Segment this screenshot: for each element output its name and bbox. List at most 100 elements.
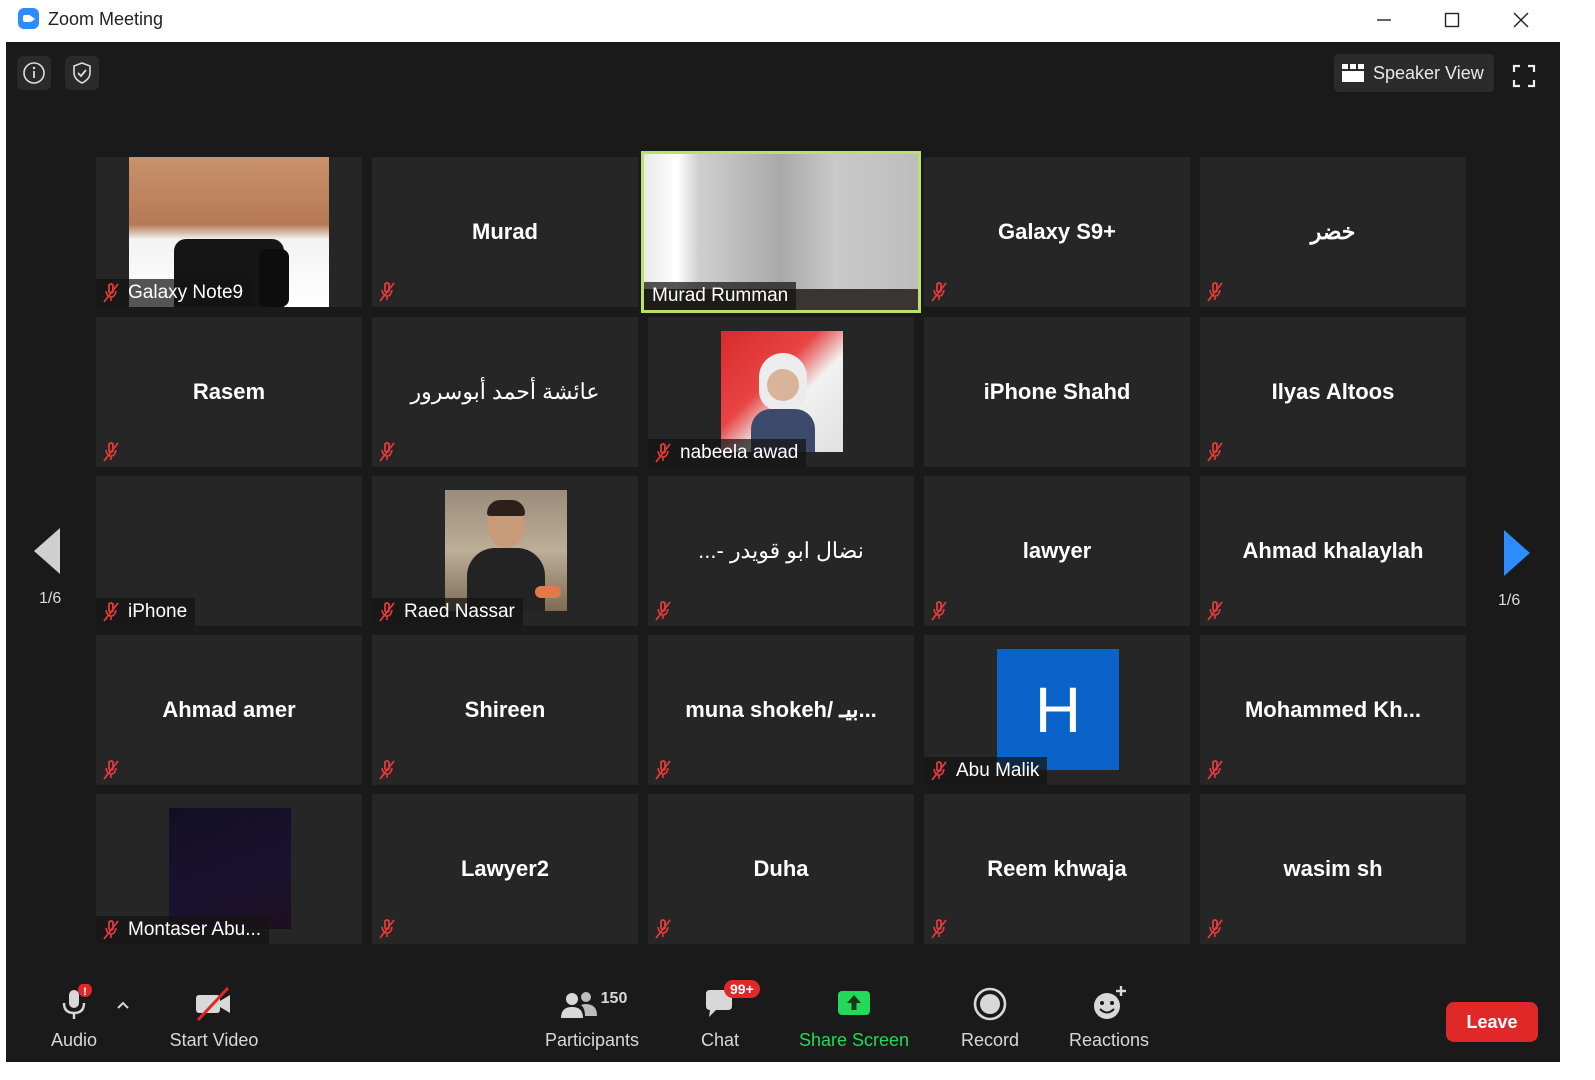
chat-button[interactable]: 99+ Chat bbox=[692, 972, 760, 1062]
participant-name: Duha bbox=[753, 856, 809, 881]
participant-tile[interactable]: خضر bbox=[1200, 157, 1466, 307]
previous-page-icon[interactable] bbox=[32, 528, 62, 574]
participant-tile[interactable]: Raed Nassar bbox=[372, 476, 638, 626]
participant-name: lawyer bbox=[1022, 538, 1092, 563]
smiley-plus-icon bbox=[1085, 984, 1133, 1024]
participant-name-label: nabeela awad bbox=[648, 439, 807, 467]
participant-name: muna shokeh/ بيـ... bbox=[685, 697, 877, 722]
participant-tile[interactable]: Ilyas Altoos bbox=[1200, 317, 1466, 467]
avatar: H bbox=[997, 649, 1119, 770]
participant-tile[interactable]: Duha bbox=[648, 794, 914, 944]
participant-name: Reem khwaja bbox=[987, 856, 1127, 881]
participant-name: Murad bbox=[472, 219, 538, 244]
participant-name-label: Montaser Abu... bbox=[96, 916, 270, 944]
participant-tile[interactable]: H Abu Malik bbox=[924, 635, 1190, 785]
start-video-button[interactable]: Start Video bbox=[164, 972, 264, 1062]
muted-mic-icon bbox=[655, 760, 671, 780]
video-feed bbox=[721, 331, 843, 452]
window-edge bbox=[1560, 42, 1595, 1080]
participant-tile[interactable]: wasim sh bbox=[1200, 794, 1466, 944]
minimize-button[interactable] bbox=[1361, 4, 1407, 36]
muted-mic-icon bbox=[103, 602, 119, 622]
speaker-view-button[interactable]: Speaker View bbox=[1334, 54, 1494, 92]
muted-mic-icon bbox=[379, 919, 395, 939]
participant-tile[interactable]: Lawyer2 bbox=[372, 794, 638, 944]
speaker-view-icon bbox=[1342, 64, 1364, 82]
participant-tile[interactable]: ...- نضال ابو قويدر bbox=[648, 476, 914, 626]
record-button[interactable]: Record bbox=[956, 972, 1024, 1062]
muted-mic-icon bbox=[1207, 442, 1223, 462]
leave-button[interactable]: Leave bbox=[1446, 1002, 1538, 1042]
share-screen-button[interactable]: Share Screen bbox=[798, 972, 910, 1062]
audio-options-chevron-icon[interactable] bbox=[116, 1000, 130, 1010]
participants-label: Participants bbox=[544, 1030, 640, 1050]
video-off-icon bbox=[190, 984, 238, 1024]
video-feed bbox=[169, 808, 291, 929]
svg-text:!: ! bbox=[83, 986, 87, 998]
fullscreen-icon bbox=[1512, 64, 1536, 88]
page-indicator-left: 1/6 bbox=[39, 590, 62, 607]
participants-button[interactable]: 150 Participants bbox=[540, 972, 644, 1062]
share-screen-label: Share Screen bbox=[798, 1030, 910, 1050]
muted-mic-icon bbox=[1207, 601, 1223, 621]
meeting-toolbar: ! Audio Start Video 150 Participants 99+… bbox=[6, 972, 1560, 1062]
muted-mic-icon bbox=[655, 919, 671, 939]
share-screen-icon bbox=[830, 984, 878, 1024]
participant-tile[interactable]: Rasem bbox=[96, 317, 362, 467]
record-label: Record bbox=[960, 1030, 1020, 1050]
next-page-icon[interactable] bbox=[1502, 530, 1532, 576]
muted-mic-icon bbox=[1207, 282, 1223, 302]
window-title: Zoom Meeting bbox=[48, 9, 164, 29]
window-edge-bottom bbox=[0, 1062, 1595, 1080]
participant-name: wasim sh bbox=[1283, 856, 1383, 881]
participant-tile[interactable]: Reem khwaja bbox=[924, 794, 1190, 944]
avatar-letter: H bbox=[1034, 673, 1082, 746]
muted-mic-icon bbox=[103, 442, 119, 462]
participant-tile-active-speaker[interactable]: Murad Rumman bbox=[641, 151, 921, 313]
participant-name-label: Murad Rumman bbox=[644, 282, 797, 310]
participant-tile[interactable]: Mohammed Kh... bbox=[1200, 635, 1466, 785]
reactions-label: Reactions bbox=[1068, 1030, 1150, 1050]
muted-mic-icon bbox=[931, 919, 947, 939]
audio-label: Audio bbox=[50, 1030, 98, 1050]
participant-tile[interactable]: Shireen bbox=[372, 635, 638, 785]
close-button[interactable] bbox=[1498, 4, 1544, 36]
participants-count: 150 bbox=[600, 990, 628, 1007]
participant-tile[interactable]: lawyer bbox=[924, 476, 1190, 626]
participant-tile[interactable]: Galaxy Note9 bbox=[96, 157, 362, 307]
muted-mic-icon bbox=[103, 760, 119, 780]
muted-mic-icon bbox=[931, 761, 947, 781]
participant-tile[interactable]: iPhone bbox=[96, 476, 362, 626]
participant-name: عائشة أحمد أبوسرور bbox=[410, 379, 600, 404]
window-titlebar: Zoom Meeting bbox=[0, 0, 1595, 42]
zoom-app-icon bbox=[18, 8, 39, 29]
speaker-view-label: Speaker View bbox=[1373, 62, 1484, 83]
participant-name: Ahmad khalaylah bbox=[1242, 538, 1424, 563]
security-button[interactable] bbox=[65, 56, 99, 90]
fullscreen-button[interactable] bbox=[1506, 58, 1542, 94]
audio-button[interactable]: ! Audio bbox=[46, 972, 102, 1062]
record-icon bbox=[966, 984, 1014, 1024]
participant-tile[interactable]: Ahmad amer bbox=[96, 635, 362, 785]
participant-name: خضر bbox=[1310, 219, 1356, 244]
participant-tile[interactable]: Murad bbox=[372, 157, 638, 307]
participant-name: Ahmad amer bbox=[162, 697, 296, 722]
participant-name: Rasem bbox=[192, 379, 266, 404]
participant-tile[interactable]: iPhone Shahd bbox=[924, 317, 1190, 467]
participant-tile[interactable]: Montaser Abu... bbox=[96, 794, 362, 944]
microphone-icon: ! bbox=[50, 984, 98, 1024]
info-icon bbox=[23, 62, 45, 84]
muted-mic-icon bbox=[931, 282, 947, 302]
participant-tile[interactable]: muna shokeh/ بيـ... bbox=[648, 635, 914, 785]
participant-tile[interactable]: Ahmad khalaylah bbox=[1200, 476, 1466, 626]
maximize-button[interactable] bbox=[1429, 4, 1475, 36]
participant-tile[interactable]: nabeela awad bbox=[648, 317, 914, 467]
muted-mic-icon bbox=[379, 602, 395, 622]
participant-tile[interactable]: Galaxy S9+ bbox=[924, 157, 1190, 307]
start-video-label: Start Video bbox=[169, 1030, 259, 1050]
muted-mic-icon bbox=[379, 442, 395, 462]
participant-tile[interactable]: عائشة أحمد أبوسرور bbox=[372, 317, 638, 467]
reactions-button[interactable]: Reactions bbox=[1066, 972, 1152, 1062]
muted-mic-icon bbox=[379, 282, 395, 302]
meeting-info-button[interactable] bbox=[17, 56, 51, 90]
